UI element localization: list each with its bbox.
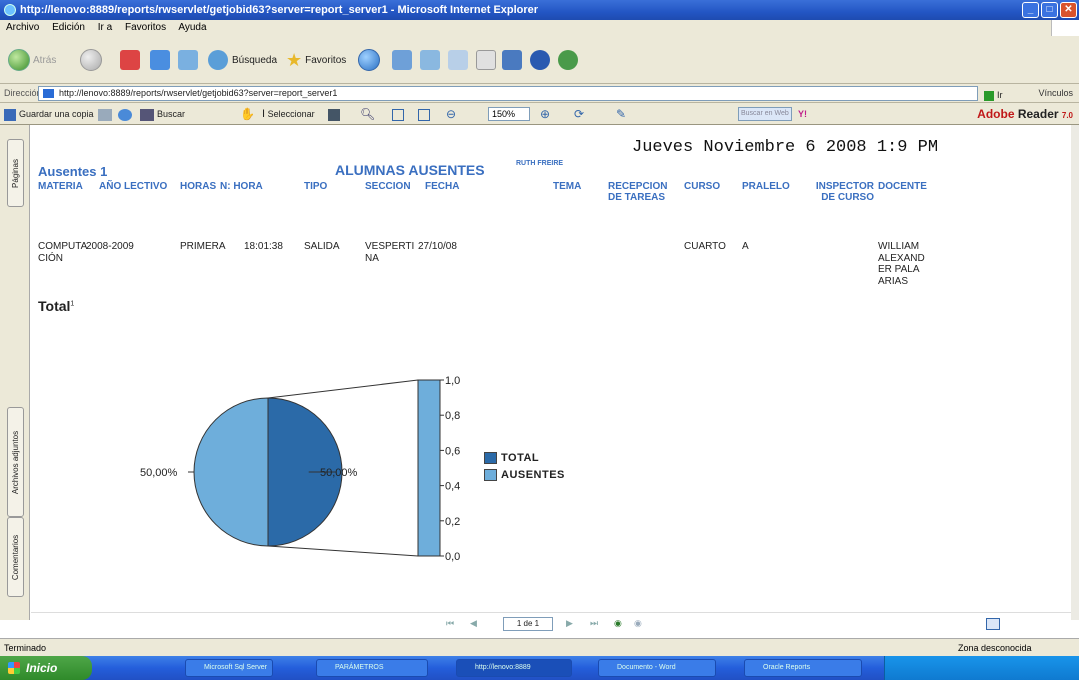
taskbar-item[interactable]: Documento - Word — [598, 659, 716, 677]
bar-of-pie — [417, 379, 441, 557]
tick-label: 0,8 — [445, 410, 460, 422]
status-text: Terminado — [4, 643, 47, 653]
next-page-button[interactable]: ▶ — [566, 618, 576, 628]
first-page-button[interactable]: ⏮ — [446, 618, 456, 628]
prev-view-button[interactable]: ◉ — [614, 618, 624, 628]
page-indicator[interactable]: 1 de 1 — [503, 617, 553, 631]
slice-label-total: 50,00% — [320, 467, 358, 479]
taskbar-item[interactable]: http://lenovo:8889 — [456, 659, 572, 677]
tick-label: 0,6 — [445, 445, 460, 457]
connector-top — [267, 379, 419, 399]
taskbar-item[interactable]: Microsoft Sql Server — [185, 659, 273, 677]
legend-swatch-total — [484, 452, 497, 464]
system-tray — [884, 656, 1079, 680]
connector-bottom — [267, 545, 419, 557]
taskbar-item[interactable]: Oracle Reports — [744, 659, 862, 677]
browser-window: http://lenovo:8889/reports/rwservlet/get… — [0, 0, 1079, 680]
tick-label: 0,4 — [445, 481, 460, 493]
last-page-button[interactable]: ⏭ — [590, 618, 600, 628]
legend-swatch-ausentes — [484, 469, 497, 481]
taskbar-item[interactable]: PARÁMETROS — [316, 659, 428, 677]
tick-label: 1,0 — [445, 375, 460, 387]
tick-label: 0,0 — [445, 551, 460, 563]
tick-label: 0,2 — [445, 516, 460, 528]
next-view-button[interactable]: ◉ — [634, 618, 644, 628]
pie-chart: 1,0 0,8 0,6 0,4 0,2 0,0 50,00% 50,00% — [140, 375, 460, 563]
prev-page-button[interactable]: ◀ — [470, 618, 480, 628]
taskbar: Inicio Microsoft Sql Server PARÁMETROS h… — [0, 656, 1079, 680]
legend-total: TOTAL — [484, 452, 539, 464]
start-button[interactable]: Inicio — [0, 656, 92, 680]
slice-label-ausentes: 50,00% — [140, 467, 178, 479]
zone-text: Zona desconocida — [958, 643, 1032, 653]
pie-slice-ausentes — [193, 397, 269, 547]
single-page-button[interactable] — [986, 618, 1000, 630]
windows-flag-icon — [8, 662, 20, 674]
status-bar: Terminado Zona desconocida — [0, 638, 1079, 656]
legend-ausentes: AUSENTES — [484, 469, 565, 481]
